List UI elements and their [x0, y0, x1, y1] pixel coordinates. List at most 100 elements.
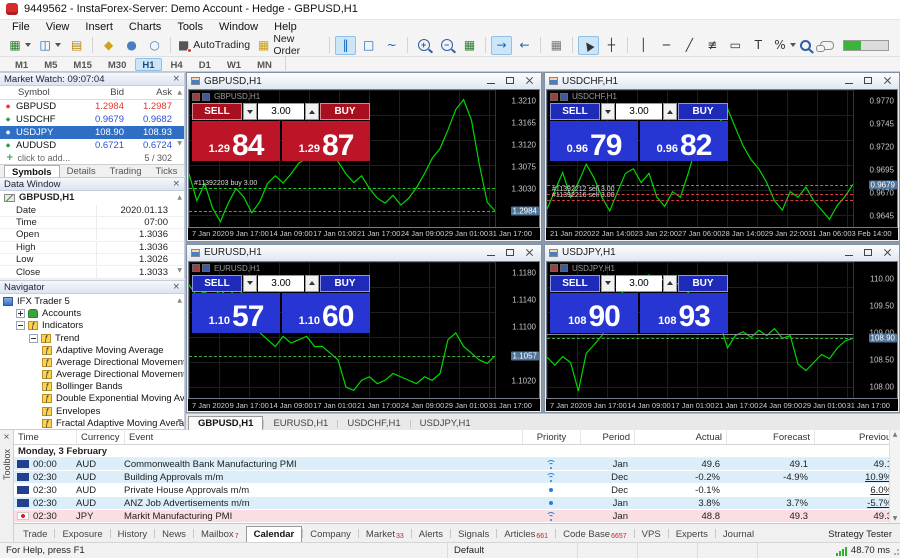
navigator-item[interactable]: ƒ Double Exponential Moving Av	[0, 393, 184, 405]
close-icon[interactable]: ×	[172, 282, 180, 292]
toolbox-tab-vps[interactable]: VPS	[635, 527, 668, 542]
shapes-button[interactable]: ▭	[725, 36, 746, 55]
chart-tab-usdchf[interactable]: USDCHF,H1	[338, 417, 409, 430]
close-icon[interactable]: ×	[3, 432, 10, 441]
timeframe-mn[interactable]: MN	[250, 58, 279, 71]
calendar-scrollbar[interactable]: ▲ ▼	[889, 430, 900, 524]
calendar-event-row[interactable]: 00:00 AUD Commonwealth Bank Manufacturing …	[14, 458, 900, 472]
market-watch-row[interactable]: ◆ USDCHF 0.9679 0.9682	[0, 113, 184, 126]
profiles-button[interactable]: ◫	[36, 36, 64, 55]
sell-button[interactable]: SELL	[550, 274, 600, 292]
navigator-item[interactable]: ƒ Envelopes	[0, 405, 184, 417]
calendar-event-row[interactable]: 02:30 JPY Markit Manufacturing PMI Jan 48.8 4…	[14, 510, 900, 524]
chart-tab-eurusd[interactable]: EURUSD,H1	[264, 417, 337, 430]
chart-grid-button[interactable]: ▦	[546, 36, 567, 55]
toolbox-tab-signals[interactable]: Signals	[451, 527, 496, 542]
menu-item-charts[interactable]: Charts	[121, 21, 169, 33]
navigator-item[interactable]: ƒ Trend	[0, 332, 184, 344]
event-previous[interactable]: 10.9%	[814, 472, 900, 483]
scroll-down-icon[interactable]: ▼	[177, 140, 182, 147]
maximize-icon[interactable]	[504, 248, 516, 258]
auto-scroll-button[interactable]: →	[491, 35, 513, 55]
community-button[interactable]: ●	[121, 36, 142, 55]
navigator-item[interactable]: ƒ Indicators	[0, 320, 184, 332]
bar-chart-button[interactable]: ‖	[335, 35, 357, 55]
chart-window-titlebar[interactable]: USDJPY,H1	[545, 244, 899, 261]
toolbox-tab-history[interactable]: History	[111, 527, 155, 542]
volume-decrease-button[interactable]	[243, 103, 257, 121]
toolbox-tab-articles[interactable]: Articles 661	[497, 527, 555, 542]
new-chart-button[interactable]: ▦	[6, 36, 34, 55]
close-icon[interactable]: ×	[172, 74, 180, 84]
volume-input[interactable]: 3.00	[258, 103, 304, 121]
close-icon[interactable]	[881, 248, 893, 258]
scroll-up-icon[interactable]: ▲	[177, 194, 182, 201]
chat-icon[interactable]	[816, 40, 834, 52]
volume-increase-button[interactable]	[305, 103, 319, 121]
buy-price[interactable]: 0.96 82	[640, 121, 728, 162]
chart-window-titlebar[interactable]: GBPUSD,H1	[187, 73, 541, 90]
chart-canvas[interactable]: GBPUSD,H1 SELL 3.00 BUY 1.2984 1.2987	[189, 90, 495, 227]
toolbox-tab-news[interactable]: News	[155, 527, 193, 542]
timeframe-w1[interactable]: W1	[220, 58, 248, 71]
timeframe-d1[interactable]: D1	[192, 58, 218, 71]
candlestick-chart-button[interactable]: □	[358, 36, 379, 55]
line-chart-button[interactable]: ~	[381, 36, 402, 55]
price-axis[interactable]: 110.00109.50109.00108.50108.00108.90	[853, 261, 897, 399]
menu-item-file[interactable]: File	[4, 21, 38, 33]
sell-button[interactable]: SELL	[192, 274, 242, 292]
chart-shift-button[interactable]: ←	[514, 36, 535, 55]
sell-button[interactable]: SELL	[192, 103, 242, 121]
maximize-icon[interactable]	[862, 248, 874, 258]
navigator-item[interactable]: ƒ Adaptive Moving Average	[0, 344, 184, 356]
crosshair-button[interactable]: ┼	[601, 36, 622, 55]
market-watch-add-row[interactable]: + click to add... 5 / 302	[0, 152, 184, 164]
toolbox-tab-calendar[interactable]: Calendar	[245, 526, 303, 543]
timeframe-h1[interactable]: H1	[135, 57, 162, 71]
vertical-line-button[interactable]: │	[633, 36, 654, 55]
scroll-down-icon[interactable]: ▼	[893, 515, 898, 522]
strategy-tester-label[interactable]: Strategy Tester	[820, 527, 900, 542]
time-axis[interactable]: 7 Jan 2020 9 Jan 17:00 14 Jan 09:00 17 Jan …	[546, 399, 898, 412]
navigator-item[interactable]: ƒ Average Directional Movement	[0, 356, 184, 368]
timeframe-h4[interactable]: H4	[164, 58, 190, 71]
navigator-item[interactable]: ƒ Bollinger Bands	[0, 381, 184, 393]
menu-item-view[interactable]: View	[38, 21, 78, 33]
navigator-item[interactable]: ƒ Average Directional Movement	[0, 368, 184, 380]
chart-tab-usdjpy[interactable]: USDJPY,H1	[411, 417, 480, 430]
buy-price[interactable]: 1.29 87	[282, 121, 370, 162]
deposit-button[interactable]: ◆	[98, 36, 119, 55]
maximize-icon[interactable]	[504, 76, 516, 86]
market-watch-row[interactable]: ◆ USDJPY 108.90 108.93	[0, 126, 184, 140]
toolbox-tab-alerts[interactable]: Alerts	[412, 527, 450, 542]
chart-window-titlebar[interactable]: EURUSD,H1	[187, 244, 541, 261]
navigator-item[interactable]: IFX Trader 5	[0, 295, 184, 307]
volume-input[interactable]: 3.00	[258, 274, 304, 292]
scroll-down-icon[interactable]: ▼	[177, 267, 182, 274]
autotrading-button[interactable]: ■ AutoTrading	[176, 36, 252, 55]
calendar-event-row[interactable]: 02:30 AUD Private House Approvals m/m Dec -0…	[14, 484, 900, 498]
toolbox-tab-mailbox[interactable]: Mailbox 7	[194, 527, 246, 542]
price-axis[interactable]: 1.3210 1.3165 1.3120 1.3075 1.3030 1.2984	[495, 90, 539, 227]
fibonacci-button[interactable]: ≢	[702, 36, 723, 55]
market-watch-row[interactable]: ◆ GBPUSD 1.2984 1.2987	[0, 100, 184, 113]
search-icon[interactable]	[800, 39, 814, 54]
toolbox-tab-trade[interactable]: Trade	[16, 527, 54, 542]
chart-tab-gbpusd[interactable]: GBPUSD,H1	[188, 416, 264, 431]
minimize-icon[interactable]	[485, 76, 497, 86]
buy-price[interactable]: 1.10 60	[282, 292, 370, 333]
navigator-item[interactable]: ƒ Fractal Adaptive Moving Avera	[0, 417, 184, 429]
event-previous[interactable]: -5.7%	[814, 498, 900, 509]
toolbox-tab-experts[interactable]: Experts	[669, 527, 715, 542]
timeframe-m30[interactable]: M30	[101, 58, 133, 71]
time-axis[interactable]: 7 Jan 2020 9 Jan 17:00 14 Jan 09:00 17 Jan …	[188, 227, 540, 240]
calendar-event-row[interactable]: 02:30 AUD Building Approvals m/m Dec -0.2% -4…	[14, 471, 900, 485]
market-watch-row[interactable]: ◆ AUDUSD 0.6721 0.6724	[0, 139, 184, 152]
volume-decrease-button[interactable]	[601, 103, 615, 121]
cursor-button[interactable]: ▲	[577, 35, 599, 55]
buy-price[interactable]: 108 93	[640, 292, 728, 333]
chart-canvas[interactable]: EURUSD,H1 SELL 3.00 BUY 1.10 57 1.10 60	[189, 261, 495, 399]
horizontal-line-button[interactable]: ─	[656, 36, 677, 55]
time-axis[interactable]: 21 Jan 2020 22 Jan 14:00 23 Jan 22:00 27 Ja…	[546, 227, 898, 240]
timeframe-m5[interactable]: M5	[37, 58, 64, 71]
